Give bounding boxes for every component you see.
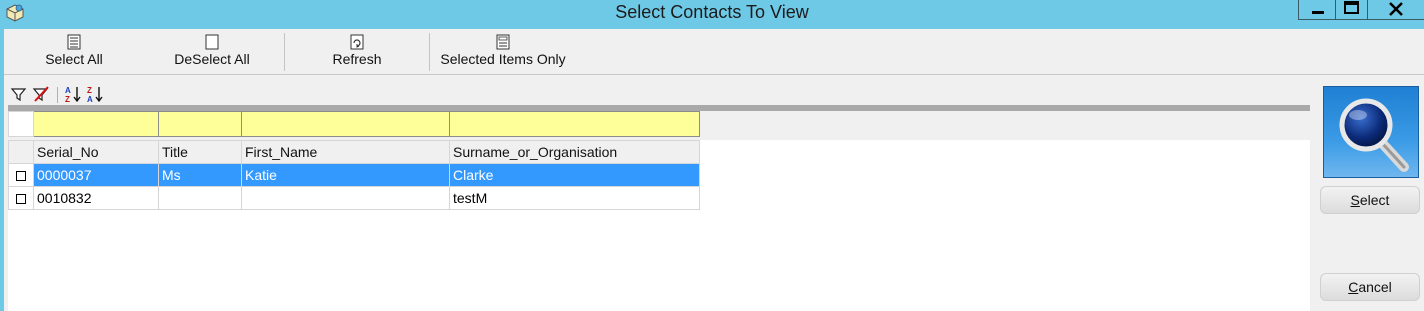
- maximize-icon: [1344, 1, 1359, 14]
- cell-first-name[interactable]: Katie: [241, 163, 450, 187]
- selected-items-only-label: Selected Items Only: [440, 51, 566, 67]
- row-checkbox[interactable]: [16, 170, 26, 181]
- filter-cell-first-name[interactable]: [241, 111, 450, 137]
- header-selector: [8, 140, 34, 164]
- sort-ascending-icon[interactable]: A Z: [64, 85, 82, 103]
- title-bar[interactable]: Select Contacts To View: [0, 0, 1424, 29]
- svg-text:Z: Z: [65, 95, 70, 103]
- row-checkbox[interactable]: [16, 193, 26, 204]
- contacts-grid[interactable]: Serial_No Title First_Name Surname_or_Or…: [8, 111, 1310, 311]
- deselect-all-icon: [205, 34, 219, 50]
- window-title: Select Contacts To View: [615, 2, 809, 22]
- maximize-button[interactable]: [1336, 0, 1368, 20]
- table-row[interactable]: 0000037 Ms Katie Clarke: [8, 163, 700, 187]
- search-tile: [1323, 86, 1419, 178]
- column-header-surname[interactable]: Surname_or_Organisation: [449, 140, 700, 164]
- filter-icon[interactable]: [10, 85, 28, 103]
- svg-text:Z: Z: [87, 86, 92, 95]
- refresh-button[interactable]: Refresh: [322, 31, 392, 73]
- svg-text:A: A: [87, 95, 93, 103]
- selected-items-only-button[interactable]: Selected Items Only: [436, 31, 570, 73]
- magnifier-icon: [1339, 98, 1409, 172]
- cancel-button-accelerator: C: [1348, 279, 1359, 295]
- close-button[interactable]: [1368, 0, 1424, 20]
- dialog-body: Select All DeSelect All Refresh Selected…: [4, 29, 1424, 311]
- toolbar-separator: [284, 33, 285, 71]
- header-row: Serial_No Title First_Name Surname_or_Or…: [8, 140, 700, 164]
- sort-descending-icon[interactable]: Z A: [86, 85, 104, 103]
- filter-row-selector: [8, 111, 34, 137]
- select-all-button[interactable]: Select All: [34, 31, 114, 73]
- cancel-button[interactable]: Cancel: [1320, 273, 1420, 301]
- filter-row: [8, 111, 700, 137]
- cell-surname[interactable]: testM: [449, 186, 700, 210]
- minimize-button[interactable]: [1298, 0, 1336, 20]
- column-header-first-name[interactable]: First_Name: [241, 140, 450, 164]
- refresh-icon: [350, 34, 364, 50]
- cancel-button-label: ancel: [1358, 279, 1392, 295]
- cell-surname[interactable]: Clarke: [449, 163, 700, 187]
- svg-text:A: A: [65, 86, 71, 95]
- grid-toolbar: A Z Z A: [10, 85, 130, 105]
- selected-items-icon: [496, 34, 510, 50]
- select-button-accelerator: S: [1350, 192, 1360, 208]
- select-button[interactable]: Select: [1320, 186, 1420, 214]
- cell-serial-no[interactable]: 0000037: [33, 163, 159, 187]
- minimize-icon: [1312, 11, 1324, 14]
- cell-first-name[interactable]: [241, 186, 450, 210]
- toolbar-separator: [429, 33, 430, 71]
- contacts-table: Serial_No Title First_Name Surname_or_Or…: [8, 111, 700, 210]
- column-header-serial-no[interactable]: Serial_No: [33, 140, 159, 164]
- clear-filter-icon[interactable]: [32, 85, 50, 103]
- select-button-label: elect: [1359, 192, 1390, 208]
- row-checkbox-cell[interactable]: [8, 163, 34, 187]
- filter-cell-title[interactable]: [158, 111, 242, 137]
- cell-title[interactable]: [158, 186, 242, 210]
- cell-serial-no[interactable]: 0010832: [33, 186, 159, 210]
- close-icon: [1389, 2, 1403, 16]
- deselect-all-button[interactable]: DeSelect All: [164, 31, 260, 73]
- cell-title[interactable]: Ms: [158, 163, 242, 187]
- table-row[interactable]: 0010832 testM: [8, 186, 700, 210]
- refresh-label: Refresh: [332, 51, 382, 67]
- toolbar: Select All DeSelect All Refresh Selected…: [4, 29, 1424, 75]
- grid-toolbar-separator: [57, 87, 58, 103]
- filter-cell-serial-no[interactable]: [33, 111, 159, 137]
- row-checkbox-cell[interactable]: [8, 186, 34, 210]
- select-all-icon: [67, 34, 81, 50]
- select-all-label: Select All: [45, 51, 103, 67]
- filter-cell-surname[interactable]: [449, 111, 700, 137]
- deselect-all-label: DeSelect All: [174, 51, 250, 67]
- column-header-title[interactable]: Title: [158, 140, 242, 164]
